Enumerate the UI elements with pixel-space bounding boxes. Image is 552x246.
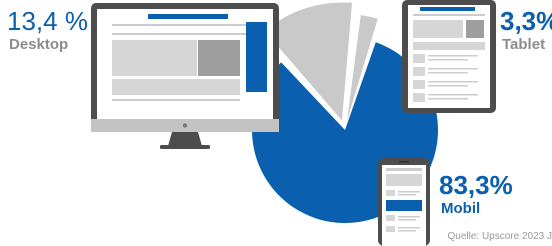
source-note: Quelle: Upscore 2023 J [447,231,552,242]
smartphone-icon [378,158,430,246]
tablet-value-label: 3,3% [500,6,552,36]
mobile-category-label: Mobil [441,200,481,217]
desktop-category-label: Desktop [9,36,69,53]
tablet-category-label: Tablet [502,36,546,53]
desktop-monitor-icon [91,3,279,149]
desktop-value-label: 13,4 % [7,6,88,36]
mobile-value-label: 83,3% [439,170,513,200]
tablet-icon [402,0,496,113]
